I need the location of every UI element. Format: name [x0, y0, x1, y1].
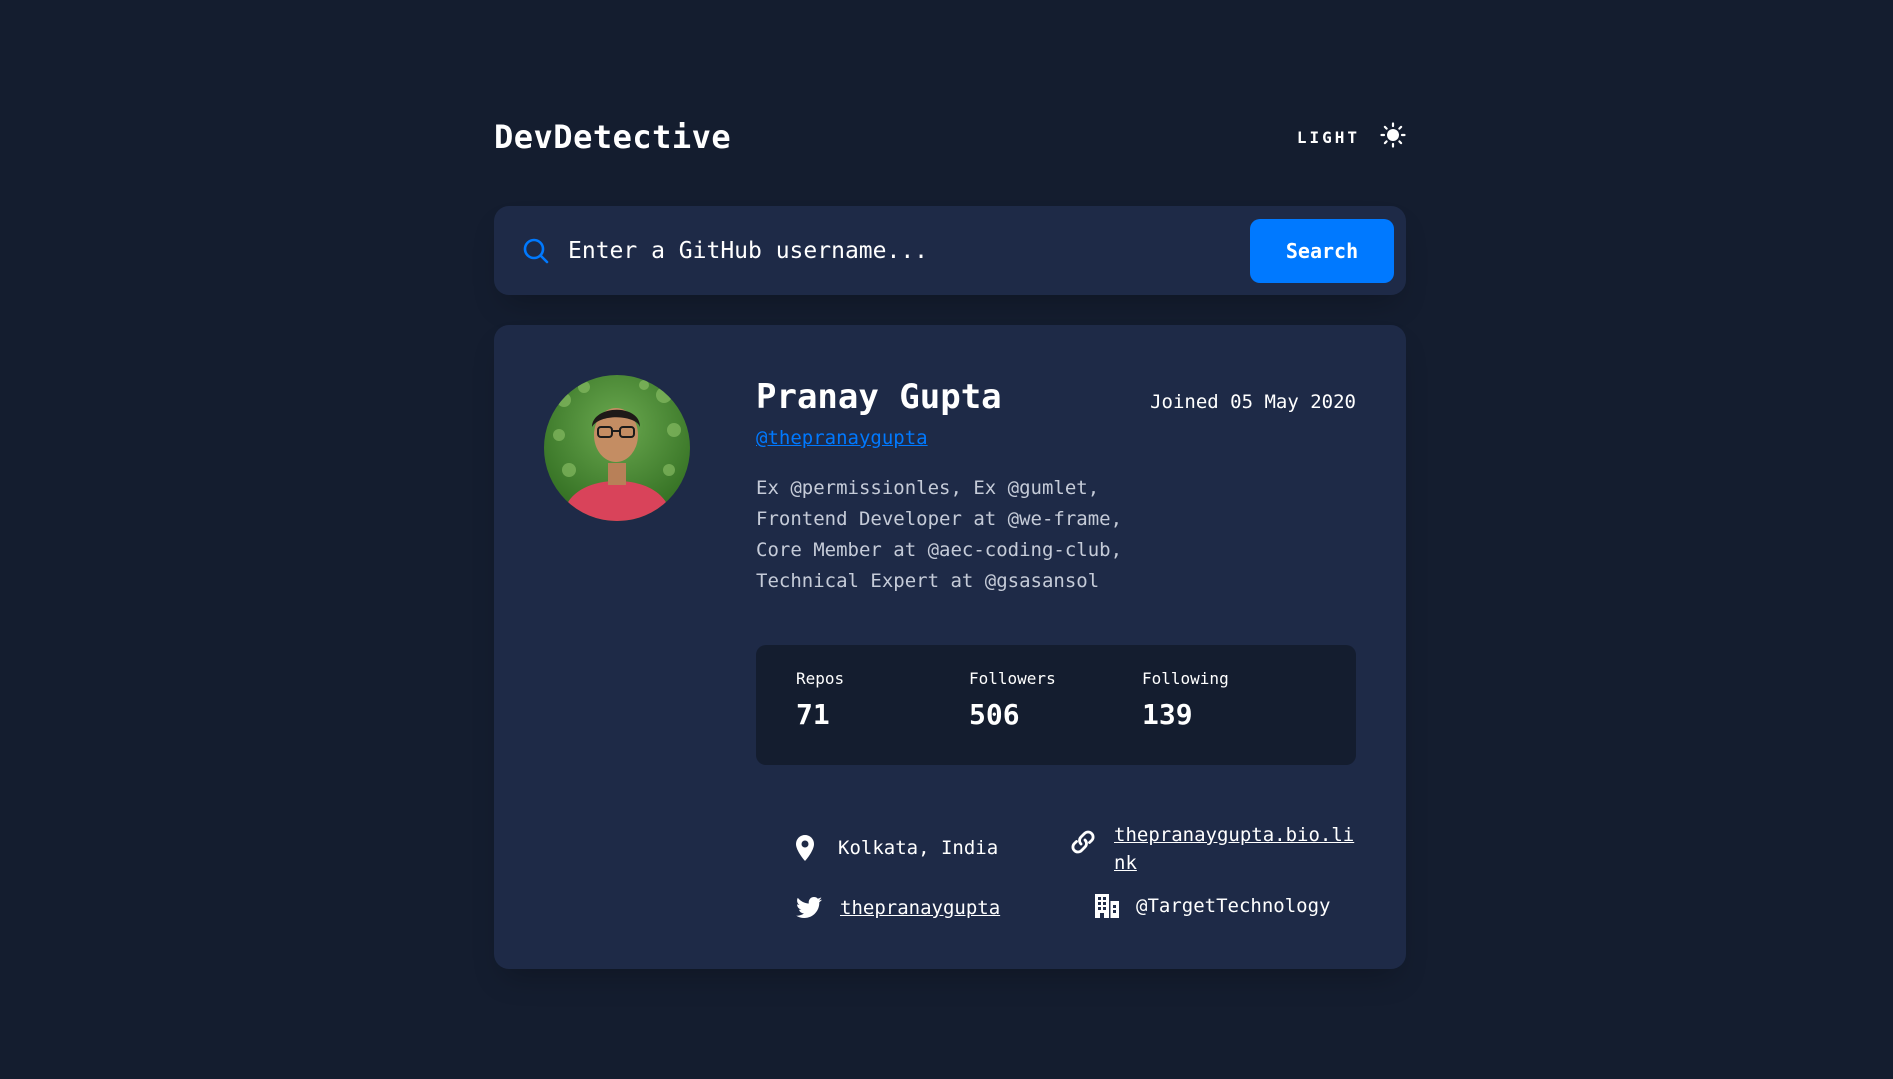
stat-label: Followers	[969, 669, 1056, 688]
profile-bio: Ex @permissionles, Ex @gumlet, Frontend …	[756, 473, 1356, 597]
twitter-link[interactable]: thepranaygupta	[840, 897, 1000, 919]
app-title: DevDetective	[494, 118, 732, 156]
stat-value: 506	[969, 698, 1020, 731]
website-text-line: thepranaygupta.bio.li	[1114, 824, 1355, 846]
bio-line: Ex @permissionles, Ex @gumlet,	[756, 477, 1100, 499]
bio-line: Frontend Developer at @we-frame,	[756, 508, 1123, 530]
profile-login-link[interactable]: @thepranaygupta	[756, 427, 928, 449]
stats-panel: Repos 71 Followers 506 Following 139	[756, 645, 1356, 765]
bio-line: Core Member at @aec-coding-club,	[756, 539, 1123, 561]
location-text: Kolkata, India	[838, 837, 999, 859]
search-icon	[522, 237, 550, 265]
search-input[interactable]	[568, 237, 1250, 264]
joined-date: Joined 05 May 2020	[1150, 391, 1356, 413]
profile-card: Pranay Gupta Joined 05 May 2020 @thepran…	[494, 325, 1406, 969]
stat-value: 71	[796, 698, 830, 731]
location-item: Kolkata, India	[796, 835, 998, 866]
link-icon	[1070, 829, 1096, 863]
app-container: DevDetective LIGHT Enter a GitHub userna…	[494, 104, 1406, 969]
stat-following: Following 139	[1142, 669, 1315, 765]
website-link[interactable]: thepranaygupta.bio.li nk	[1114, 821, 1354, 877]
theme-toggle[interactable]: LIGHT	[1297, 122, 1406, 152]
header: DevDetective LIGHT	[494, 104, 1406, 170]
stat-label: Repos	[796, 669, 845, 688]
website-item: thepranaygupta.bio.li nk	[1070, 821, 1354, 877]
search-button[interactable]: Search	[1250, 218, 1394, 283]
theme-label: LIGHT	[1296, 127, 1360, 147]
stat-repos: Repos 71	[796, 669, 969, 765]
sun-icon	[1380, 122, 1406, 152]
links-section: Kolkata, India thepranaygupta.bio.li nk …	[756, 813, 1356, 923]
stat-label: Following	[1142, 669, 1229, 688]
twitter-icon	[796, 897, 822, 924]
company-text: @TargetTechnology	[1136, 895, 1331, 917]
website-text-line: nk	[1114, 852, 1137, 874]
twitter-item: thepranaygupta	[796, 897, 1000, 924]
bio-line: Technical Expert at @gsasansol	[756, 570, 1100, 592]
location-pin-icon	[796, 835, 814, 866]
stat-followers: Followers 506	[969, 669, 1142, 765]
profile-name: Pranay Gupta	[756, 377, 1002, 417]
profile-details: Pranay Gupta Joined 05 May 2020 @thepran…	[756, 377, 1356, 923]
company-item: @TargetTechnology	[1094, 893, 1330, 924]
building-icon	[1094, 893, 1120, 924]
avatar	[544, 375, 690, 521]
stat-value: 139	[1142, 698, 1193, 731]
search-bar: Search	[494, 206, 1406, 295]
